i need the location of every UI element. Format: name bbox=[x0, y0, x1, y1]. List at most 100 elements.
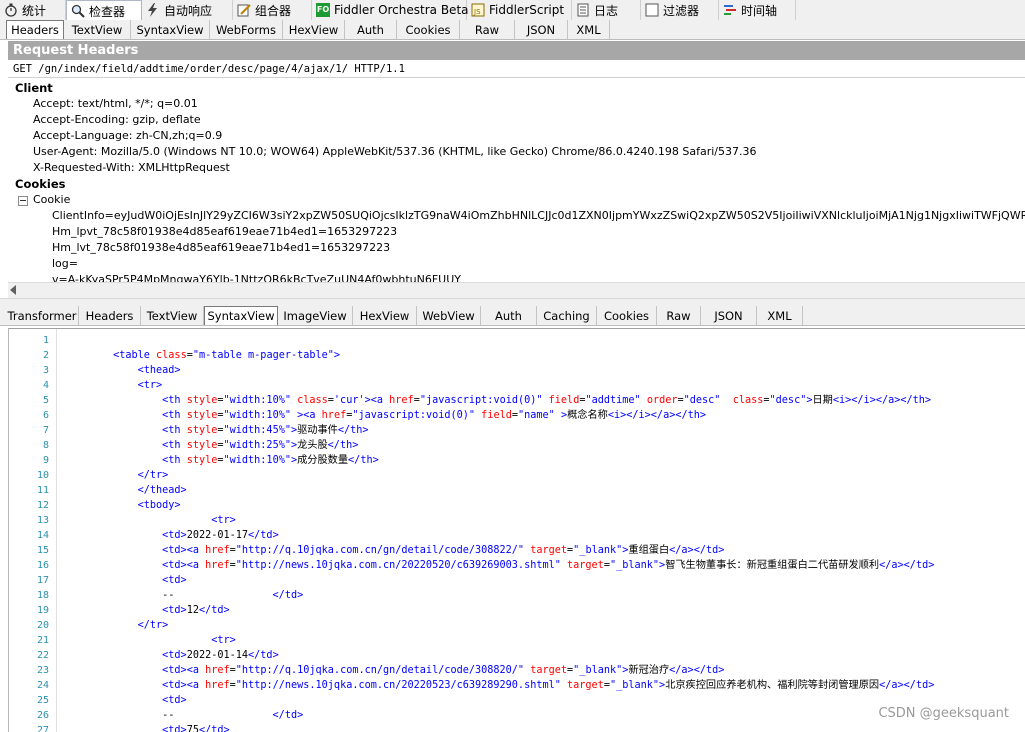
response-tab-syntaxview[interactable]: SyntaxView bbox=[204, 306, 278, 325]
client-section-label: Client bbox=[15, 81, 53, 95]
tab-fiddler-orchestra[interactable]: FO Fiddler Orchestra Beta bbox=[312, 0, 469, 20]
line-number: 1 bbox=[42, 335, 49, 346]
header-x-requested-with: X-Requested-With: XMLHttpRequest bbox=[33, 161, 230, 174]
line-number: 19 bbox=[36, 605, 49, 616]
line-number: 5 bbox=[42, 395, 49, 406]
tab-autoresponder[interactable]: 自动响应 bbox=[142, 0, 233, 20]
stopwatch-icon bbox=[4, 3, 18, 17]
code-line: <table class="m-table m-pager-table"> bbox=[113, 350, 341, 361]
response-tab-raw[interactable]: Raw bbox=[657, 306, 701, 325]
tab-statistics[interactable]: 统计 bbox=[0, 0, 66, 20]
line-number: 22 bbox=[36, 650, 49, 661]
request-tab-auth[interactable]: Auth bbox=[345, 20, 397, 39]
scroll-left-icon[interactable] bbox=[10, 285, 16, 295]
request-tab-xml[interactable]: XML bbox=[568, 20, 610, 39]
tab-fiddlerscript[interactable]: JS FiddlerScript bbox=[467, 0, 572, 20]
cookie-v: v=A-kKyaSPr5P4MpMngwaY6Ylb-1NttzQR6kBcTv… bbox=[52, 273, 461, 282]
response-tab-xml[interactable]: XML bbox=[757, 306, 803, 325]
request-tab-webforms[interactable]: WebForms bbox=[210, 20, 283, 39]
checkbox-icon bbox=[645, 3, 659, 17]
line-number: 4 bbox=[42, 380, 49, 391]
request-tab-syntaxview[interactable]: SyntaxView bbox=[131, 20, 210, 39]
line-number: 8 bbox=[42, 440, 49, 451]
code-line: </thead> bbox=[137, 485, 187, 496]
line-number: 11 bbox=[36, 485, 49, 496]
response-tab-textview[interactable]: TextView bbox=[141, 306, 204, 325]
timeline-icon bbox=[723, 3, 737, 17]
line-number: 20 bbox=[36, 620, 49, 631]
cookie-clientinfo: ClientInfo=eyJudW0iOjEsInJlY29yZCI6W3siY… bbox=[52, 209, 1025, 222]
request-tab-cookies[interactable]: Cookies bbox=[397, 20, 460, 39]
code-line: -- </td> bbox=[64, 590, 304, 601]
tab-inspectors[interactable]: 检查器 bbox=[66, 0, 142, 21]
code-line: <td> bbox=[162, 695, 187, 706]
cookies-section-label: Cookies bbox=[15, 177, 66, 191]
svg-text:JS: JS bbox=[473, 8, 481, 16]
response-tab-hexview[interactable]: HexView bbox=[353, 306, 417, 325]
edit-pencil-icon bbox=[237, 3, 251, 17]
line-number: 21 bbox=[36, 635, 49, 646]
line-number: 14 bbox=[36, 530, 49, 541]
request-tab-strip: Headers TextView SyntaxView WebForms Hex… bbox=[0, 20, 1025, 40]
header-accept: Accept: text/html, */*; q=0.01 bbox=[33, 97, 198, 110]
main-tab-strip: 统计 检查器 自动响应 组合器 FO Fiddler Orchestra Bet… bbox=[0, 0, 1025, 21]
line-number: 26 bbox=[36, 710, 49, 721]
syntax-code-view[interactable]: 1 2 3 4 5 6 7 8 9 10 11 12 13 14 15 16 17 18 19 20 21 22 23 24 2… bbox=[8, 328, 1025, 732]
response-tab-headers[interactable]: Headers bbox=[79, 306, 141, 325]
line-number: 7 bbox=[42, 425, 49, 436]
code-line: <td>12</td> bbox=[162, 605, 230, 616]
tab-label: 日志 bbox=[594, 3, 619, 18]
js-script-icon: JS bbox=[471, 3, 485, 17]
code-line: <td> bbox=[162, 575, 187, 586]
response-tab-auth[interactable]: Auth bbox=[481, 306, 537, 325]
code-line: <tbody> bbox=[137, 500, 181, 511]
response-tab-cookies[interactable]: Cookies bbox=[597, 306, 657, 325]
response-tab-imageview[interactable]: ImageView bbox=[278, 306, 353, 325]
tab-log[interactable]: 日志 bbox=[572, 0, 641, 20]
horizontal-scrollbar[interactable] bbox=[8, 282, 1025, 298]
tab-composer[interactable]: 组合器 bbox=[233, 0, 312, 20]
response-tab-caching[interactable]: Caching bbox=[537, 306, 597, 325]
lightning-icon bbox=[146, 3, 160, 17]
line-number: 25 bbox=[36, 695, 49, 706]
line-number-gutter: 1 2 3 4 5 6 7 8 9 10 11 12 13 14 15 16 17 18 19 20 21 22 23 24 2… bbox=[9, 329, 57, 732]
request-tab-raw[interactable]: Raw bbox=[460, 20, 515, 39]
line-number: 24 bbox=[36, 680, 49, 691]
tab-label: 组合器 bbox=[255, 3, 292, 18]
line-number: 18 bbox=[36, 590, 49, 601]
line-number: 23 bbox=[36, 665, 49, 676]
request-tab-headers[interactable]: Headers bbox=[6, 20, 64, 39]
header-accept-encoding: Accept-Encoding: gzip, deflate bbox=[33, 113, 201, 126]
request-tab-hexview[interactable]: HexView bbox=[283, 20, 345, 39]
code-line: -- </td> bbox=[64, 710, 304, 721]
line-number: 3 bbox=[42, 365, 49, 376]
line-number: 6 bbox=[42, 410, 49, 421]
response-tab-transformer[interactable]: Transformer bbox=[6, 306, 79, 325]
code-line: <td><a href="http://q.10jqka.com.cn/gn/d… bbox=[162, 545, 725, 556]
tab-timeline[interactable]: 时间轴 bbox=[719, 0, 796, 20]
line-number: 16 bbox=[36, 560, 49, 571]
code-line: <td><a href="http://q.10jqka.com.cn/gn/d… bbox=[162, 665, 725, 676]
log-icon bbox=[576, 3, 590, 17]
fo-icon: FO bbox=[316, 3, 330, 17]
code-line: <th style="width:45%">驱动事件</th> bbox=[162, 425, 369, 436]
collapse-toggle-icon[interactable] bbox=[18, 196, 28, 206]
tab-filters[interactable]: 过滤器 bbox=[641, 0, 719, 20]
line-number: 17 bbox=[36, 575, 49, 586]
request-tab-json[interactable]: JSON bbox=[515, 20, 568, 39]
code-line: <tr> bbox=[137, 380, 163, 391]
response-tab-json[interactable]: JSON bbox=[701, 306, 757, 325]
response-tab-webview[interactable]: WebView bbox=[417, 306, 481, 325]
header-accept-language: Accept-Language: zh-CN,zh;q=0.9 bbox=[33, 129, 223, 142]
line-number: 13 bbox=[36, 515, 49, 526]
magnifier-icon bbox=[71, 4, 85, 18]
cookie-node: Cookie bbox=[33, 193, 71, 206]
cookie-values: ClientInfo=eyJudW0iOjEsInJlY29yZCI6W3siY… bbox=[52, 208, 1025, 282]
request-headers-title: Request Headers bbox=[8, 41, 1025, 60]
request-tab-textview[interactable]: TextView bbox=[64, 20, 131, 39]
tab-label: 检查器 bbox=[89, 4, 126, 19]
code-line: <th style="width:10%" class='cur'><a hre… bbox=[162, 395, 932, 406]
tab-label: Fiddler Orchestra Beta bbox=[334, 3, 469, 17]
header-user-agent: User-Agent: Mozilla/5.0 (Windows NT 10.0… bbox=[33, 145, 757, 158]
tab-label: 统计 bbox=[22, 3, 47, 18]
